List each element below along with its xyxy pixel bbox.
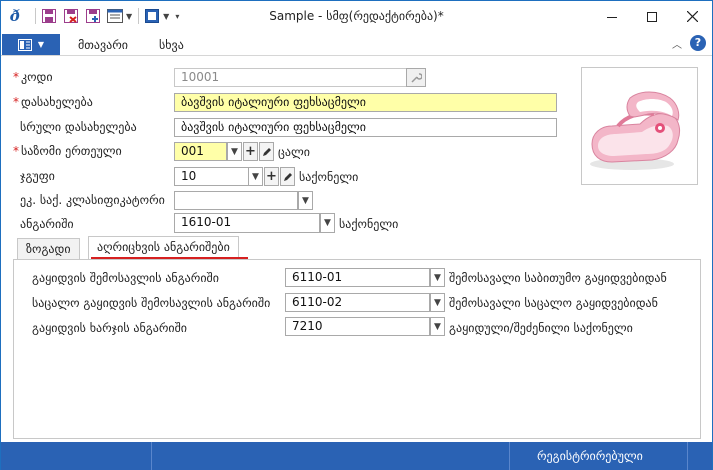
group-field-box[interactable]: 10 — [174, 167, 248, 186]
report-icon[interactable] — [106, 7, 124, 25]
customize-toolbar-icon[interactable]: ▾ — [175, 12, 179, 21]
status-divider — [151, 442, 152, 470]
save-close-icon[interactable] — [62, 7, 80, 25]
unit-label: * საზომი ერთეული — [13, 144, 122, 158]
edit-icon[interactable] — [259, 142, 274, 161]
edit-icon[interactable] — [280, 167, 295, 186]
unit-dropdown-icon[interactable]: ▼ — [227, 142, 242, 161]
maximize-icon[interactable] — [632, 1, 672, 32]
name-label: * დასახელება — [13, 95, 93, 109]
code-field[interactable]: 10001 — [174, 68, 426, 87]
full-name-label: სრული დასახელება — [20, 120, 137, 134]
account-name-text: საქონელი — [339, 217, 399, 231]
full-name-field[interactable]: ბავშვის იტალიური ფეხსაცმელი — [174, 118, 557, 137]
classifier-label: ეკ. საქ. კლასიფიკატორი — [20, 193, 165, 207]
app-window: ð ▼ ▼ ▾ Sample - სმფ(რედაქტირება)* ▼ მთა… — [0, 0, 713, 470]
title-bar: ð ▼ ▼ ▾ Sample - სმფ(რედაქტირება)* — [1, 1, 712, 32]
close-icon[interactable] — [672, 1, 712, 32]
chevron-down-icon[interactable]: ▼ — [430, 317, 445, 336]
unit-field[interactable]: 001 — [174, 142, 227, 161]
wrench-icon[interactable] — [406, 68, 426, 87]
add-icon[interactable]: + — [243, 142, 258, 161]
file-menu-button[interactable]: ▼ — [2, 34, 60, 55]
group-label: ჯგუფი — [20, 169, 55, 183]
code-label: * კოდი — [13, 70, 53, 84]
shoe-image — [590, 91, 681, 170]
classifier-dropdown-icon[interactable]: ▼ — [298, 191, 313, 210]
account-label: ანგარიში — [20, 217, 74, 231]
sales-revenue-account-label: გაყიდვის შემოსავლის ანგარიში — [32, 271, 219, 285]
ribbon-menu-icon — [17, 38, 32, 51]
menu-tab-home[interactable]: მთავარი — [78, 38, 128, 52]
retail-revenue-account-label: საცალო გაყიდვის შემოსავლის ანგარიში — [32, 296, 271, 310]
cost-of-sales-account-name: გაყიდული/შეძენილი საქონელი — [449, 321, 633, 335]
account-field[interactable]: 1610-01 — [174, 213, 320, 233]
menu-tab-other[interactable]: სხვა — [159, 38, 184, 52]
account-dropdown-icon[interactable]: ▼ — [320, 213, 335, 233]
tab-general[interactable]: ზოგადი — [17, 238, 80, 260]
minimize-icon[interactable] — [592, 1, 632, 32]
group-name-text: საქონელი — [299, 170, 359, 184]
status-divider — [509, 442, 510, 470]
cost-of-sales-account-label: გაყიდვის ხარჯის ანგარიში — [32, 321, 188, 335]
name-field[interactable]: ბავშვის იტალიური ფეხსაცმელი — [174, 93, 557, 112]
menu-bar: ▼ მთავარი სხვა ︿ ? — [1, 32, 712, 56]
retail-revenue-account-field[interactable]: 6110-02 — [285, 293, 430, 312]
sales-revenue-account-name: შემოსავალი საბითუმო გაყიდვებიდან — [449, 271, 667, 285]
product-photo[interactable] — [581, 67, 698, 185]
chevron-down-icon[interactable]: ▼ — [430, 268, 445, 287]
status-bar: რეგისტრირებული — [1, 442, 712, 470]
save-icon[interactable] — [40, 7, 58, 25]
retail-revenue-account-name: შემოსავალი საცალო გაყიდვებიდან — [449, 296, 658, 310]
sales-revenue-account-field[interactable]: 6110-01 — [285, 268, 430, 287]
chevron-down-icon[interactable]: ▼ — [163, 12, 169, 21]
status-divider — [687, 442, 688, 470]
group-dropdown-icon[interactable]: ▼ — [248, 167, 263, 186]
chevron-down-icon[interactable]: ▼ — [430, 293, 445, 312]
layout-icon[interactable] — [143, 7, 161, 25]
classifier-field[interactable] — [174, 191, 298, 210]
toolbar-divider — [35, 8, 36, 24]
unit-name-text: ცალი — [278, 145, 310, 159]
quick-access-toolbar: ▼ ▼ ▾ — [31, 7, 181, 25]
chevron-down-icon: ▼ — [37, 40, 45, 49]
cost-of-sales-account-field[interactable]: 7210 — [285, 317, 430, 336]
record-status-text: რეგისტრირებული — [537, 449, 643, 463]
collapse-ribbon-icon[interactable]: ︿ — [672, 36, 682, 51]
chevron-down-icon[interactable]: ▼ — [126, 12, 132, 21]
window-controls — [592, 1, 712, 32]
add-icon[interactable]: + — [264, 167, 279, 186]
save-new-icon[interactable] — [84, 7, 102, 25]
help-icon[interactable]: ? — [690, 35, 706, 51]
app-logo-icon: ð — [9, 7, 20, 25]
toolbar-divider — [138, 8, 140, 24]
